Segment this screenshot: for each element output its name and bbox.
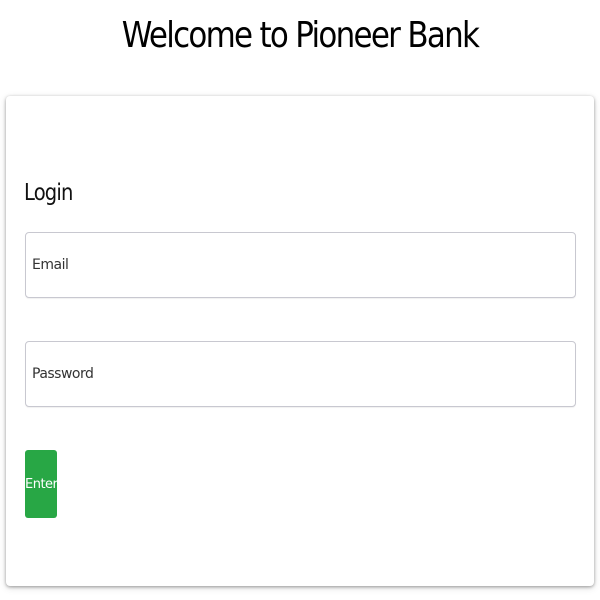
login-card: Login Enter [6,96,594,586]
password-field[interactable] [25,341,576,407]
page-title: Welcome to Pioneer Bank [121,15,480,56]
page: Welcome to Pioneer Bank Login Enter [0,0,600,600]
enter-button[interactable]: Enter [25,450,58,518]
email-field[interactable] [25,232,576,298]
login-heading: Login [24,180,73,206]
